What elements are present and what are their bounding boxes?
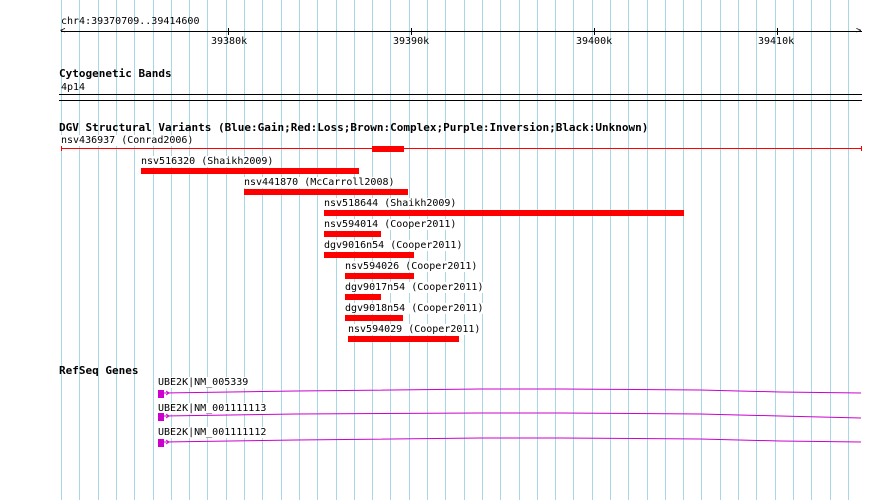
dgv-feature-label[interactable]: nsv594026 (Cooper2011)	[344, 261, 479, 272]
dgv-feature-bar[interactable]	[141, 168, 359, 174]
dgv-feature-left-cap	[61, 146, 62, 151]
cytoband-track-title[interactable]: Cytogenetic Bands	[59, 68, 172, 79]
ruler-tick	[411, 28, 412, 35]
dgv-feature-label[interactable]: dgv9016n54 (Cooper2011)	[323, 240, 464, 251]
gene-intron-line[interactable]	[163, 437, 862, 443]
dgv-feature-label[interactable]: nsv594014 (Cooper2011)	[323, 219, 458, 230]
gene-intron-line[interactable]	[163, 388, 862, 394]
dgv-feature-bar[interactable]	[244, 189, 408, 195]
dgv-feature-label[interactable]: dgv9018n54 (Cooper2011)	[344, 303, 485, 314]
ruler-tick-label: 39410k	[758, 36, 795, 47]
dgv-feature-label[interactable]: nsv436937 (Conrad2006)	[60, 135, 195, 146]
dgv-feature-bar[interactable]	[345, 315, 403, 321]
gene-model[interactable]	[158, 412, 862, 421]
gene-intron-line[interactable]	[163, 412, 862, 419]
ruler-left-arrow-icon: <	[60, 26, 66, 36]
dgv-feature-bar[interactable]	[345, 294, 381, 300]
cytoband-line-top	[59, 94, 862, 95]
dgv-feature-bar[interactable]	[345, 273, 414, 279]
strand-arrow-icon	[165, 439, 170, 445]
gene-label[interactable]: UBE2K|NM_001111113	[157, 403, 268, 414]
ruler-tick-label: 39380k	[211, 36, 248, 47]
strand-arrow-icon	[165, 413, 170, 419]
dgv-feature-label[interactable]: nsv518644 (Shaikh2009)	[323, 198, 458, 209]
ruler-tick	[228, 28, 229, 35]
ruler-tick-label: 39390k	[393, 36, 430, 47]
dgv-feature-bar[interactable]	[324, 231, 381, 237]
ruler-tick-label: 39400k	[576, 36, 613, 47]
dgv-feature-label[interactable]: nsv441870 (McCarroll2008)	[243, 177, 396, 188]
dgv-feature-label[interactable]: nsv594029 (Cooper2011)	[347, 324, 482, 335]
gene-model[interactable]	[158, 388, 862, 398]
dgv-feature-label[interactable]: nsv516320 (Shaikh2009)	[140, 156, 275, 167]
gene-exon[interactable]	[158, 390, 164, 398]
ruler-location: chr4:39370709..39414600	[61, 16, 200, 27]
ruler-tick	[777, 28, 778, 35]
cytoband-line-bottom	[59, 100, 862, 101]
strand-arrow-icon	[165, 390, 170, 396]
dgv-feature-bar[interactable]	[348, 336, 459, 342]
ruler-tick	[594, 28, 595, 35]
dgv-feature-right-cap	[861, 146, 862, 151]
dgv-feature-bar[interactable]	[372, 146, 404, 152]
gene-label[interactable]: UBE2K|NM_001111112	[157, 427, 268, 438]
dgv-feature-bar[interactable]	[324, 210, 684, 216]
dgv-track-title[interactable]: DGV Structural Variants (Blue:Gain;Red:L…	[59, 122, 648, 133]
ruler-axis	[61, 31, 862, 32]
gene-model[interactable]	[158, 437, 862, 447]
refseq-track-title[interactable]: RefSeq Genes	[59, 365, 138, 376]
dgv-feature-line[interactable]	[61, 148, 862, 149]
cytoband-label[interactable]: 4p14	[61, 82, 85, 93]
ruler-right-arrow-icon: >	[856, 26, 862, 36]
gene-exon[interactable]	[158, 413, 164, 421]
gene-exon[interactable]	[158, 439, 164, 447]
gene-label[interactable]: UBE2K|NM_005339	[157, 377, 250, 388]
dgv-feature-bar[interactable]	[324, 252, 414, 258]
dgv-feature-label[interactable]: dgv9017n54 (Cooper2011)	[344, 282, 485, 293]
